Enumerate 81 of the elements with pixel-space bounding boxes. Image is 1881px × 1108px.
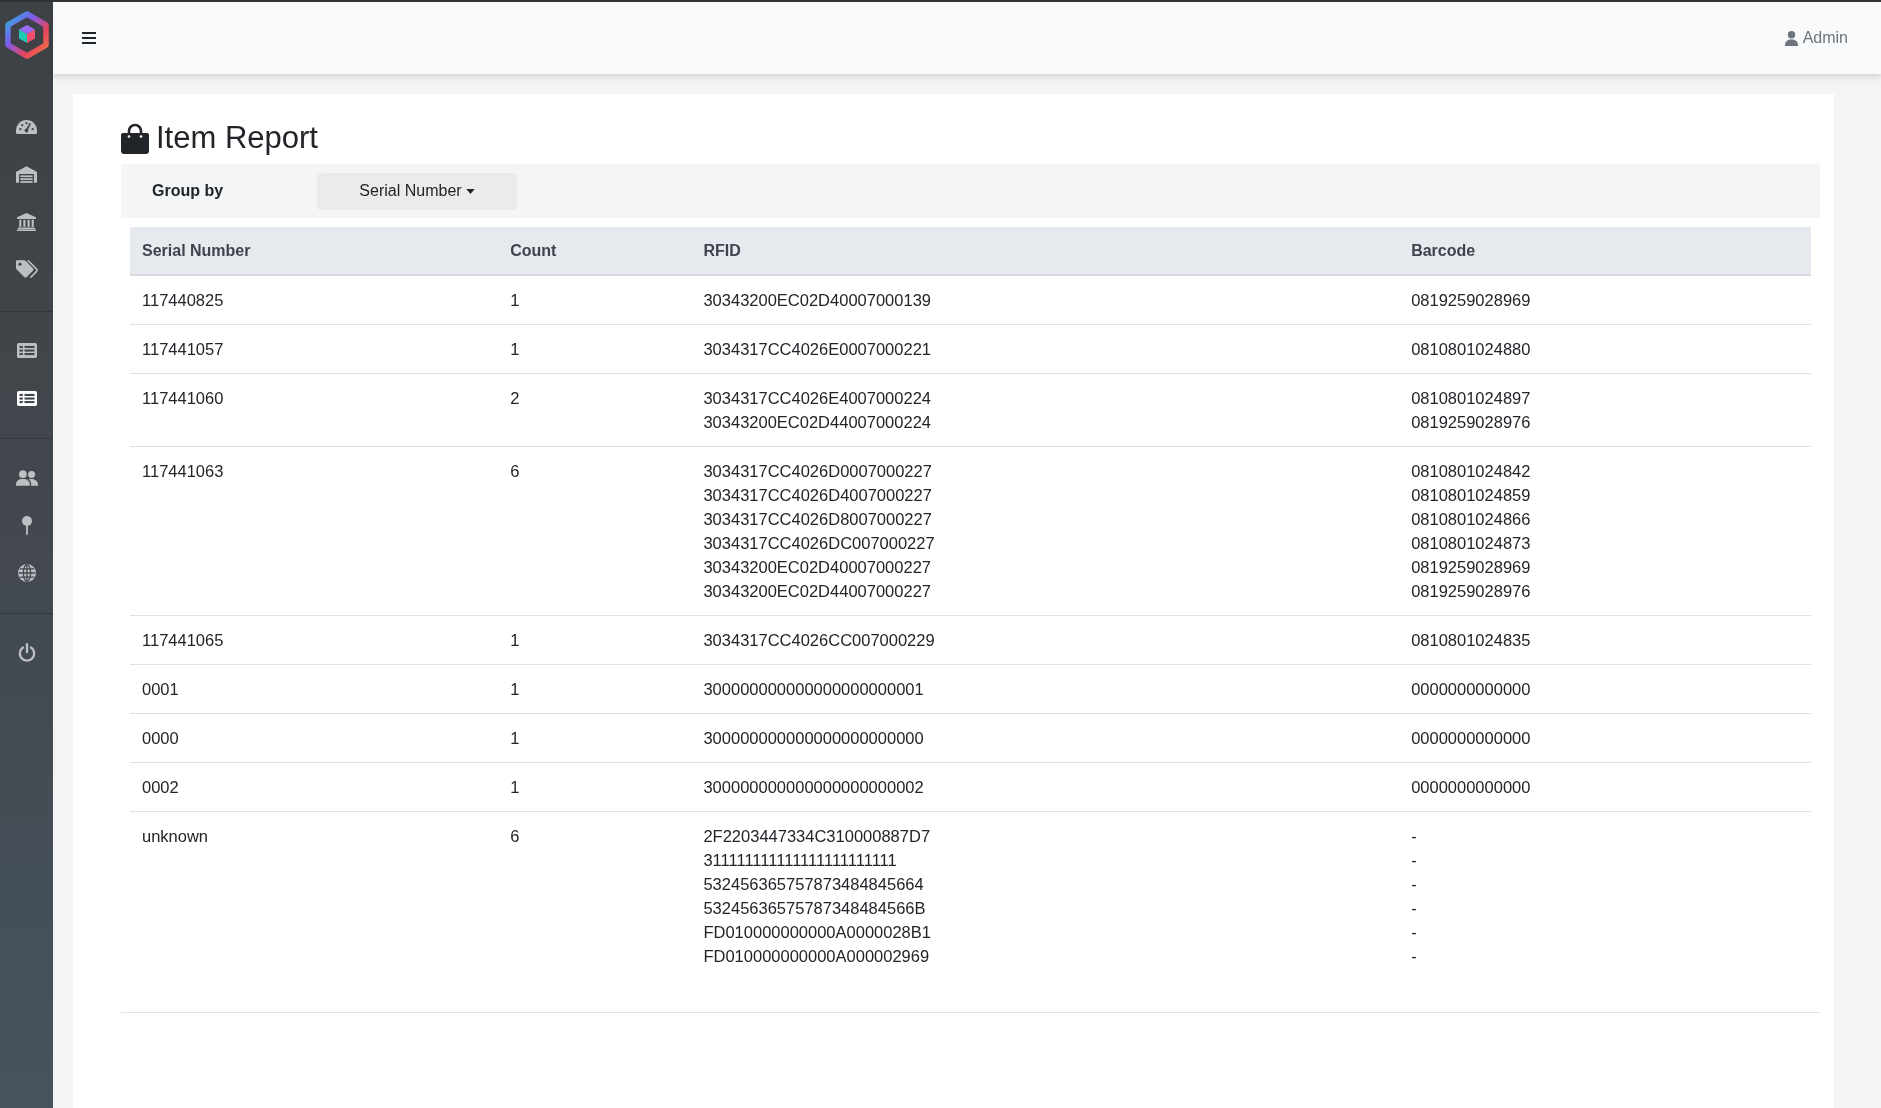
rfid-code: 30343200EC02D40007000227 [703,557,931,578]
barcode-number: 0810801024897 [1411,388,1531,409]
rfid-code: 300000000000000000000001 [703,679,924,700]
rfid-code: 3034317CC4026E0007000221 [703,339,931,360]
barcode-number: 0000000000000 [1411,728,1531,749]
globe-icon[interactable] [17,563,36,582]
barcode-number: 0819259028976 [1411,581,1531,602]
barcode-number: - [1411,922,1417,943]
rfid-code: 3034317CC4026D8007000227 [703,509,932,530]
rfid-code: 3034317CC4026CC007000229 [703,630,935,651]
table-cell: 1 [498,713,692,763]
users-icon[interactable] [15,469,38,486]
gauge-icon[interactable] [16,119,37,134]
rfid-code: 30343200EC02D44007000224 [703,412,931,433]
menu-icon[interactable] [82,32,96,44]
tags-icon[interactable] [15,260,38,279]
barcode-number: 0810801024842 [1411,461,1531,482]
rfid-code: FD010000000000A0000028B1 [703,922,931,943]
shopping-bag-icon [121,122,149,154]
table-cell: 2 [498,373,692,447]
list-icon[interactable] [16,343,37,359]
table-cell: 0002 [130,762,499,812]
rfid-code: 3034317CC4026D0007000227 [703,461,932,482]
rfid-code: 532456365757873484845664 [703,874,924,895]
rfid-code: 311111111111111111111111 [703,850,897,871]
table-cell: unknown [130,811,499,980]
rfid-code: 300000000000000000000000 [703,728,924,749]
table-cell: 117441060 [130,373,499,447]
rfid-code: FD010000000000A000002969 [703,946,930,967]
barcode-number: 0810801024880 [1411,339,1531,360]
barcode-number: - [1411,946,1417,967]
table-cell: 1 [498,275,692,325]
table-cell: 1 [498,762,692,812]
group-by-label: Group by [152,181,225,201]
rfid-code: 2F2203447334C310000887D7 [703,826,931,847]
barcode-number: 0000000000000 [1411,777,1531,798]
barcode-number: 0000000000000 [1411,679,1531,700]
barcode-number: 0819259028969 [1411,290,1531,311]
barcode-number: 0810801024873 [1411,533,1531,554]
hexagon-logo-icon [4,11,49,59]
table-cell: 6 [498,811,692,980]
bank-icon[interactable] [17,212,36,231]
table-cell: 117441057 [130,324,499,374]
rfid-code: 300000000000000000000002 [703,777,924,798]
rfid-code: 3034317CC4026D4007000227 [703,485,932,506]
rfid-code: 30343200EC02D40007000139 [703,290,931,311]
barcode-number: - [1411,826,1417,847]
column-header: Count [498,227,692,275]
table-cell: 6 [498,446,692,616]
column-header: Serial Number [130,227,499,275]
barcode-number: 0810801024835 [1411,630,1531,651]
table-cell: 1 [498,324,692,374]
table-cell: 117441065 [130,615,499,665]
table-cell: 0000 [130,713,499,763]
group-by-dropdown[interactable]: Serial Number [317,172,517,210]
column-header: Barcode [1399,227,1811,275]
list-icon[interactable] [16,390,37,406]
barcode-number: - [1411,850,1417,871]
table-cell: 0001 [130,664,499,714]
caret-icon [465,188,475,194]
table-cell: 1 [498,615,692,665]
table-cell: 117440825 [130,275,499,325]
rfid-code: 30343200EC02D44007000227 [703,581,931,602]
barcode-number: 0810801024866 [1411,509,1531,530]
column-header: RFID [691,227,1400,275]
user-menu-link[interactable]: Admin [1784,26,1848,50]
barcode-number: 0819259028976 [1411,412,1531,433]
barcode-number: 0819259028969 [1411,557,1531,578]
table-cell: 117441063 [130,446,499,616]
user-icon [1784,30,1798,46]
rfid-code: 3034317CC4026DC007000227 [703,533,935,554]
map-pin-icon[interactable] [21,515,32,535]
rfid-code: 3034317CC4026E4007000224 [703,388,931,409]
rfid-code: 53245636575787348484566B [703,898,926,919]
barcode-number: - [1411,874,1417,895]
warehouse-icon[interactable] [16,165,37,183]
table-cell: 1 [498,664,692,714]
power-icon[interactable] [17,642,36,662]
page-title: Item Report [156,119,318,157]
barcode-number: 0810801024859 [1411,485,1531,506]
barcode-number: - [1411,898,1417,919]
